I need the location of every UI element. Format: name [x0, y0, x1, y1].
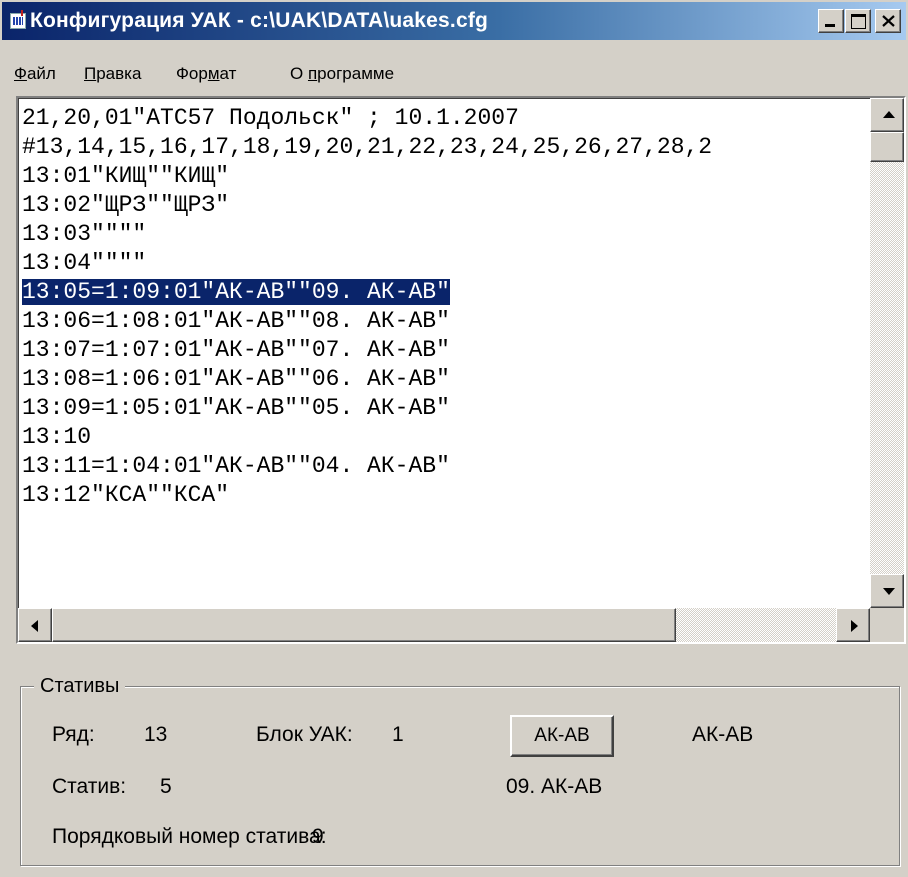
editor-line[interactable]: 13:02"ЩРЗ""ЩРЗ": [22, 191, 868, 220]
minimize-button[interactable]: [818, 9, 844, 33]
editor-line[interactable]: 13:01"КИЩ""КИЩ": [22, 162, 868, 191]
editor-line[interactable]: #13,14,15,16,17,18,19,20,21,22,23,24,25,…: [22, 133, 868, 162]
editor-line-selected[interactable]: 13:05=1:09:01"АК-АВ""09. АК-АВ": [22, 278, 868, 307]
editor-line-text: 13:01"КИЩ""КИЩ": [22, 163, 230, 189]
editor-line[interactable]: 13:12"КСА""КСА": [22, 481, 868, 510]
arrow-right-icon: [851, 620, 858, 632]
editor-line-text: 13:07=1:07:01"АК-АВ""07. АК-АВ": [22, 337, 450, 363]
arrow-down-icon: [883, 588, 895, 595]
editor-line-text: 21,20,01"АТС57 Подольск" ; 10.1.2007: [22, 105, 519, 131]
close-button[interactable]: [875, 9, 901, 33]
row-value: 13: [144, 723, 168, 746]
editor-line-text: 13:05=1:09:01"АК-АВ""09. АК-АВ": [22, 279, 450, 305]
menu-edit[interactable]: Правка: [84, 64, 141, 84]
row-label: Ряд:: [52, 723, 95, 746]
editor-line-text: 13:11=1:04:01"АК-АВ""04. АК-АВ": [22, 453, 450, 479]
menu-file[interactable]: Файл: [14, 64, 56, 84]
editor-line-text: 13:10: [22, 424, 92, 450]
block-value: 1: [392, 723, 404, 746]
close-icon: [882, 15, 895, 27]
editor-line-text: #13,14,15,16,17,18,19,20,21,22,23,24,25,…: [22, 134, 713, 160]
editor-line[interactable]: 13:06=1:08:01"АК-АВ""08. АК-АВ": [22, 307, 868, 336]
editor-line[interactable]: 13:04"""": [22, 249, 868, 278]
scroll-left-button[interactable]: [18, 608, 52, 642]
editor-line-text: 13:06=1:08:01"АК-АВ""08. АК-АВ": [22, 308, 450, 334]
arrow-left-icon: [31, 620, 38, 632]
editor-line-text: 13:09=1:05:01"АК-АВ""05. АК-АВ": [22, 395, 450, 421]
scroll-up-button[interactable]: [870, 98, 904, 132]
stand-value: 5: [160, 775, 172, 798]
vertical-scrollbar[interactable]: [870, 98, 904, 608]
title-bar[interactable]: Конфигурация УАК - c:\UAK\DATA\uakes.cfg: [2, 2, 906, 40]
scrollbar-corner: [870, 608, 904, 642]
editor-line[interactable]: 13:08=1:06:01"АК-АВ""06. АК-АВ": [22, 365, 868, 394]
serial-value: 9: [312, 825, 324, 848]
stand-name: 09. АК-АВ: [506, 775, 603, 798]
app-icon[interactable]: [10, 10, 26, 29]
editor-line[interactable]: 13:09=1:05:01"АК-АВ""05. АК-АВ": [22, 394, 868, 423]
editor-line[interactable]: 21,20,01"АТС57 Подольск" ; 10.1.2007: [22, 104, 868, 133]
config-text-editor[interactable]: 21,20,01"АТС57 Подольск" ; 10.1.2007 #13,…: [16, 96, 906, 644]
editor-line-text: 13:08=1:06:01"АК-АВ""06. АК-АВ": [22, 366, 450, 392]
menu-about[interactable]: О программе: [290, 64, 394, 84]
stands-group-title: Стативы: [34, 675, 126, 698]
scroll-down-button[interactable]: [870, 574, 904, 608]
editor-line[interactable]: 13:07=1:07:01"АК-АВ""07. АК-АВ": [22, 336, 868, 365]
menu-bar: Файл Правка Формат О программе: [2, 58, 906, 86]
horizontal-scrollbar[interactable]: [18, 608, 870, 642]
editor-line-text: 13:12"КСА""КСА": [22, 482, 230, 508]
editor-line[interactable]: 13:03"""": [22, 220, 868, 249]
arrow-up-icon: [883, 111, 895, 118]
window-title: Конфигурация УАК - c:\UAK\DATA\uakes.cfg: [30, 9, 489, 32]
editor-line-text: 13:02"ЩРЗ""ЩРЗ": [22, 192, 230, 218]
config-window: Конфигурация УАК - c:\UAK\DATA\uakes.cfg…: [0, 0, 908, 877]
block-label: Блок УАК:: [256, 723, 353, 746]
editor-line-text: 13:03"""": [22, 221, 147, 247]
stand-label: Статив:: [52, 775, 127, 798]
scroll-right-button[interactable]: [836, 608, 870, 642]
horizontal-scroll-thumb[interactable]: [52, 608, 676, 642]
menu-format[interactable]: Формат: [176, 64, 236, 84]
stand-type-button[interactable]: АК-АВ: [510, 715, 614, 757]
vertical-scroll-thumb[interactable]: [870, 132, 904, 162]
serial-label: Порядковый номер статива:: [52, 825, 327, 848]
editor-line[interactable]: 13:11=1:04:01"АК-АВ""04. АК-АВ": [22, 452, 868, 481]
editor-text-area[interactable]: 21,20,01"АТС57 Подольск" ; 10.1.2007 #13,…: [22, 104, 868, 604]
editor-line[interactable]: 13:10: [22, 423, 868, 452]
stand-type-value: АК-АВ: [692, 723, 754, 746]
editor-line-text: 13:04"""": [22, 250, 147, 276]
maximize-button[interactable]: [845, 9, 871, 33]
